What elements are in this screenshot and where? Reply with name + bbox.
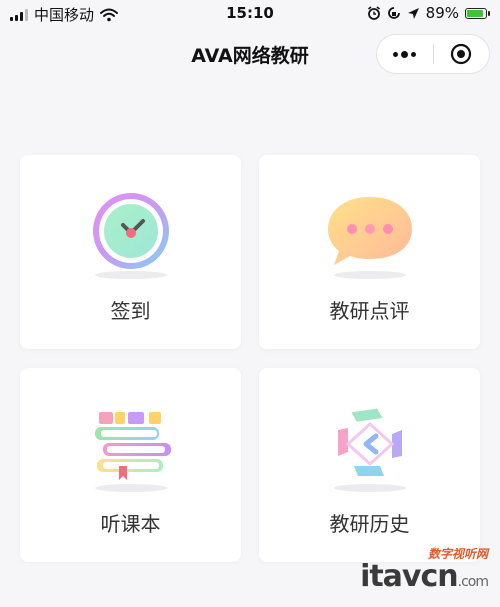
more-button[interactable] [377, 35, 433, 73]
status-right: 89% [367, 4, 490, 22]
history-card[interactable]: 教研历史 [259, 368, 480, 562]
review-card[interactable]: 教研点评 [259, 155, 480, 349]
status-bar: 中国移动 15:10 89% [0, 0, 500, 28]
rotation-lock-icon [387, 7, 400, 19]
history-label: 教研历史 [329, 512, 410, 536]
watermark-brand-text: itavcn [360, 559, 459, 594]
location-icon [407, 7, 419, 19]
alarm-icon [367, 6, 380, 20]
watermark-brand: itavcn.com [360, 559, 489, 597]
more-dots-icon [393, 50, 417, 58]
watermark-suffix: .com [457, 574, 489, 590]
checkin-label: 签到 [110, 299, 151, 323]
clock-icon [92, 193, 169, 279]
history-icon [333, 408, 406, 492]
notebook-label: 听课本 [100, 512, 161, 536]
close-button[interactable] [434, 35, 490, 73]
chat-bubble-icon [327, 197, 412, 279]
notebook-card[interactable]: 听课本 [20, 368, 241, 562]
mini-program-capsule [376, 34, 490, 74]
navigation-bar: AVA网络教研 [0, 28, 500, 80]
books-icon [94, 412, 171, 492]
battery-percent: 89% [425, 4, 459, 22]
review-label: 教研点评 [329, 299, 410, 323]
watermark-logo: 数字视听网 itavcn.com [360, 545, 489, 597]
mini-program-close-icon [451, 43, 472, 65]
checkin-card[interactable]: 签到 [20, 155, 241, 349]
battery-icon [465, 7, 490, 19]
